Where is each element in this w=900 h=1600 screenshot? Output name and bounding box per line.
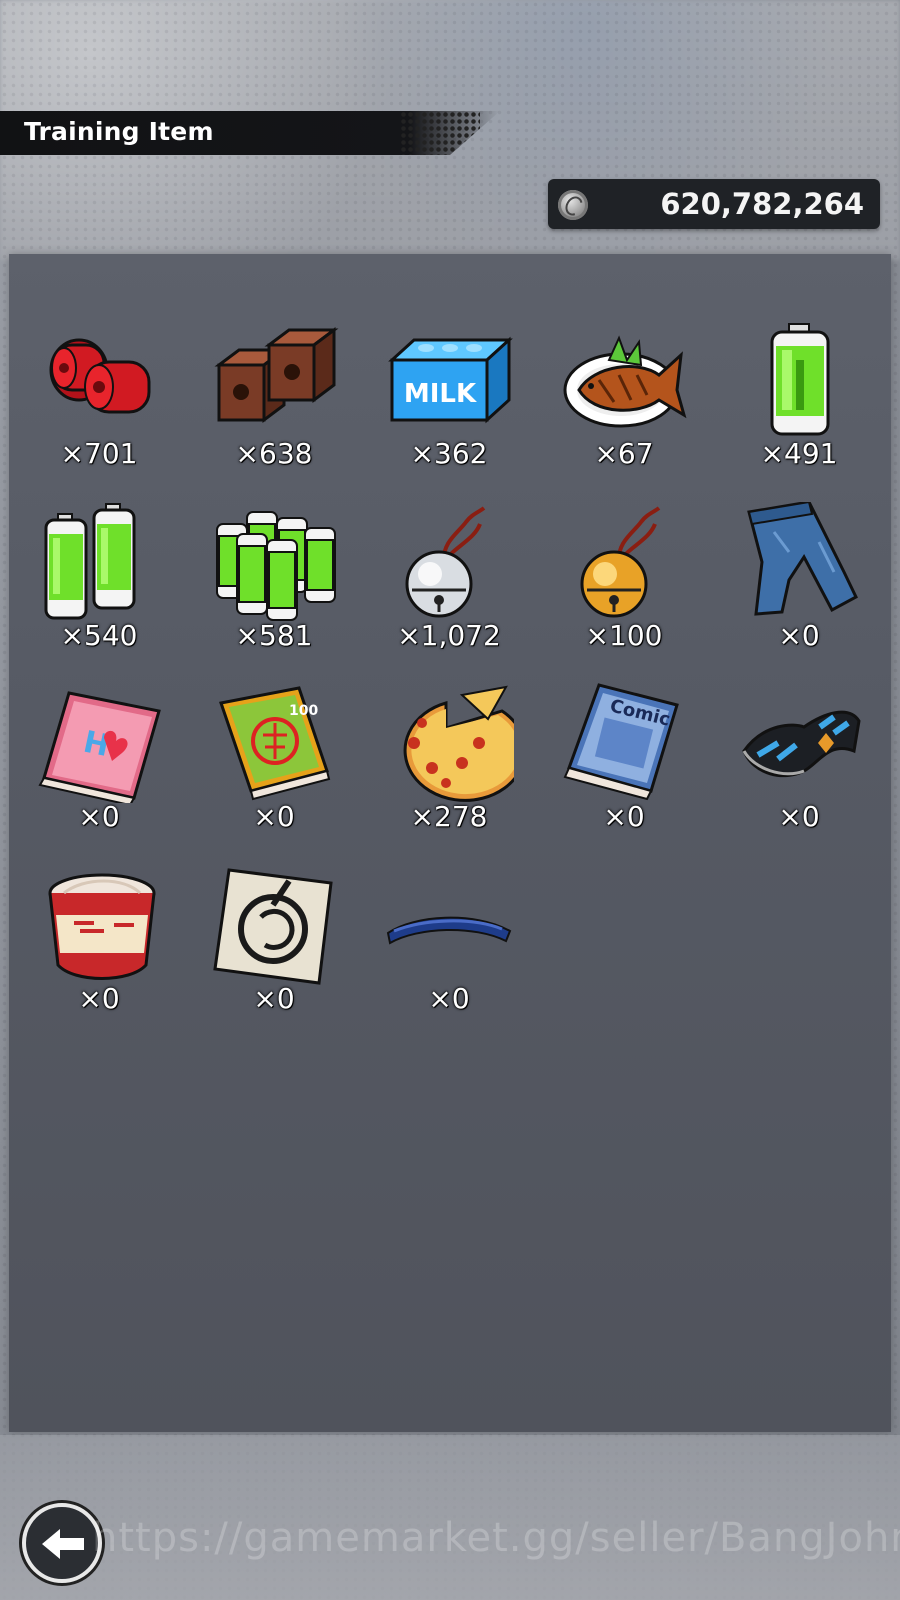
- item-jeans[interactable]: ×0: [714, 492, 884, 668]
- item-count: ×0: [78, 800, 120, 833]
- wristband-icon: [742, 710, 861, 778]
- page-title: Training Item: [24, 117, 214, 146]
- coin-icon: [558, 190, 588, 220]
- silver-bell-icon: [405, 506, 486, 618]
- item-count: ×0: [603, 800, 645, 833]
- milk-carton-icon: MILK: [388, 336, 513, 424]
- item-brick-blocks[interactable]: ×638: [189, 310, 359, 486]
- item-count: ×67: [594, 437, 654, 470]
- orange-book-icon: 100: [219, 686, 331, 801]
- battery-pack-icon: [216, 511, 336, 621]
- item-count: ×701: [60, 437, 138, 470]
- grilled-fish-icon: [563, 335, 687, 428]
- pizza-icon: [403, 685, 514, 802]
- item-battery-double[interactable]: ×540: [14, 492, 184, 668]
- item-count: ×100: [585, 619, 663, 652]
- milk-label: MILK: [404, 379, 477, 409]
- item-count: ×362: [410, 437, 488, 470]
- battery-icon: [770, 323, 830, 436]
- gold-bell-icon: [580, 506, 661, 618]
- item-count: ×0: [78, 982, 120, 1015]
- item-wristband[interactable]: ×0: [714, 673, 884, 849]
- item-gold-bell[interactable]: ×100: [539, 492, 709, 668]
- battery-double-icon: [44, 503, 136, 620]
- cup-noodle-icon: [48, 873, 156, 980]
- item-pink-book[interactable]: H ×0: [14, 673, 184, 849]
- item-count: ×0: [778, 619, 820, 652]
- item-count: ×540: [60, 619, 138, 652]
- item-grilled-fish[interactable]: ×67: [539, 310, 709, 486]
- item-count: ×638: [235, 437, 313, 470]
- watermark: https://gamemarket.gg/seller/BangJohn: [92, 1515, 900, 1561]
- book-number-label: 100: [289, 703, 318, 719]
- item-comic-book[interactable]: Comic ×0: [539, 673, 709, 849]
- headband-icon: [386, 916, 512, 945]
- item-count: ×0: [428, 982, 470, 1015]
- item-pizza[interactable]: ×278: [364, 673, 534, 849]
- item-red-weights[interactable]: ×701: [14, 310, 184, 486]
- item-count: ×278: [410, 800, 488, 833]
- comic-book-icon: Comic: [563, 683, 679, 801]
- item-count: ×0: [253, 800, 295, 833]
- item-count: ×491: [760, 437, 838, 470]
- item-silver-bell[interactable]: ×1,072: [364, 492, 534, 668]
- item-battery-pack[interactable]: ×581: [189, 492, 359, 668]
- item-battery-single[interactable]: ×491: [714, 310, 884, 486]
- back-button[interactable]: [22, 1503, 102, 1583]
- emblem-card-icon: [213, 868, 333, 985]
- item-milk-carton[interactable]: MILK ×362: [364, 310, 534, 486]
- brick-blocks-icon: [214, 327, 339, 423]
- item-count: ×581: [235, 619, 313, 652]
- jeans-icon: [747, 502, 858, 616]
- back-arrow-icon: [42, 1529, 84, 1559]
- item-orange-book[interactable]: 100 ×0: [189, 673, 359, 849]
- item-count: ×0: [778, 800, 820, 833]
- item-count: ×1,072: [397, 619, 501, 652]
- red-weights-icon: [49, 338, 151, 414]
- item-emblem-card[interactable]: ×0: [189, 855, 359, 1031]
- item-cup-noodle[interactable]: ×0: [14, 855, 184, 1031]
- pink-book-icon: H: [38, 691, 161, 803]
- item-blue-headband[interactable]: ×0: [364, 855, 534, 1031]
- item-count: ×0: [253, 982, 295, 1015]
- currency-value: 620,782,264: [660, 187, 864, 221]
